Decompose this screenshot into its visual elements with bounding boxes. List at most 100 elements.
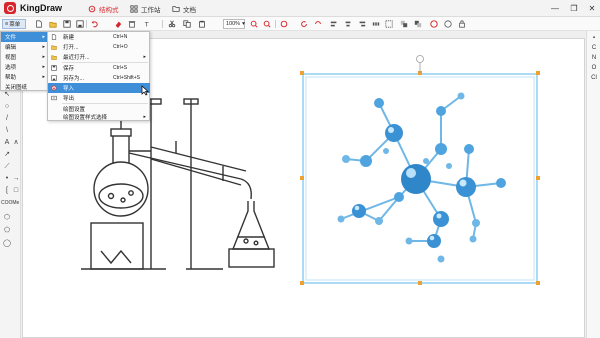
arrow-tool-icon[interactable]: ↗ <box>3 151 11 159</box>
menu-item-options[interactable]: 选项 ▸ <box>1 62 48 72</box>
shortcut-text: Ctrl+S <box>113 65 128 71</box>
chain-tool-icon[interactable]: ∧ <box>12 139 20 147</box>
submenu-item-import[interactable]: 导入 <box>48 83 150 93</box>
line-tool-icon[interactable]: \ <box>3 127 11 135</box>
menu-item-view[interactable]: 视图 ▸ <box>1 52 48 62</box>
toolbar-separator <box>86 20 87 28</box>
grid-icon <box>130 4 138 13</box>
ring-icon[interactable] <box>280 20 288 28</box>
eraser-icon[interactable] <box>114 20 122 28</box>
bracket-tool-icon[interactable]: [ <box>3 187 11 195</box>
element-cl[interactable]: Cl <box>590 75 598 81</box>
zoom-out-icon[interactable] <box>263 20 271 28</box>
menu-item-label: 视图 <box>5 55 17 61</box>
text-tool-icon[interactable]: A <box>3 139 11 147</box>
element-c[interactable]: C <box>590 45 598 51</box>
element-o[interactable]: O <box>590 65 598 71</box>
menu-item-close-drawing[interactable]: 关闭图纸 <box>1 82 48 92</box>
submenu-item-drawing-style[interactable]: 绘图设置样式选择 ▸ <box>48 112 150 122</box>
cyclopentane-ring-icon[interactable]: ⬠ <box>3 227 11 235</box>
copy-icon[interactable] <box>183 20 191 28</box>
cut-icon[interactable] <box>168 20 176 28</box>
mouse-cursor-icon <box>141 85 149 96</box>
bring-front-icon[interactable] <box>400 20 408 28</box>
zoom-value: 100% <box>226 21 241 27</box>
flip-icon[interactable] <box>314 20 322 28</box>
zoom-select[interactable]: 100% ▾ <box>223 19 245 29</box>
recent-folder-icon <box>51 55 57 60</box>
submenu-item-save-as[interactable]: 另存为... Ctrl+Shift+S <box>48 73 150 83</box>
element-n[interactable]: N <box>590 55 598 61</box>
align-right-icon[interactable] <box>358 20 366 28</box>
square-tool-icon[interactable]: □ <box>12 187 20 195</box>
submenu-item-label: 另存为... <box>63 76 85 82</box>
chevron-right-icon: ▸ <box>42 64 45 70</box>
menu-item-edit[interactable]: 编辑 ▸ <box>1 42 48 52</box>
chevron-right-icon: ▸ <box>143 114 146 120</box>
save-as-icon[interactable] <box>76 20 84 28</box>
distillation-apparatus[interactable] <box>81 98 275 270</box>
shortcut-text: Ctrl+O <box>113 44 128 50</box>
close-window-button[interactable]: ✕ <box>585 2 599 15</box>
tab-documents[interactable]: 文档 <box>166 2 202 15</box>
paste-icon[interactable] <box>198 20 206 28</box>
select-tool-icon[interactable]: ↖ <box>3 91 11 99</box>
new-file-icon[interactable] <box>35 20 43 28</box>
bond-tool-icon[interactable]: / <box>3 115 11 123</box>
menu-item-label: 编辑 <box>5 45 17 51</box>
rotate-handle-icon[interactable] <box>416 55 424 63</box>
main-menu: 文件 ▸ 编辑 ▸ 视图 ▸ 选项 ▸ 帮助 ▸ 关闭图纸 <box>0 31 48 91</box>
toolbar-separator <box>275 20 276 28</box>
maximize-button[interactable]: ❐ <box>567 2 581 15</box>
element-panel-toggle-icon[interactable]: ▪ <box>590 35 598 41</box>
toolbar: ≡ 菜单 T 100% ▾ <box>0 17 600 31</box>
align-left-icon[interactable] <box>330 20 338 28</box>
tab-structure[interactable]: 结构式 <box>82 2 125 15</box>
chevron-right-icon: ▸ <box>42 54 45 60</box>
help-icon[interactable] <box>430 20 438 28</box>
submenu-item-recent[interactable]: 最近打开... ▸ <box>48 52 150 62</box>
circle-ring-icon[interactable]: ◯ <box>3 240 11 248</box>
toolbar-separator <box>162 20 163 28</box>
submenu-item-new[interactable]: 新建 Ctrl+N <box>48 32 150 42</box>
distribute-icon[interactable] <box>372 20 380 28</box>
lasso-tool-icon[interactable]: ○ <box>3 103 11 111</box>
rotate-icon[interactable] <box>300 20 308 28</box>
send-back-icon[interactable] <box>414 20 422 28</box>
new-file-icon <box>51 34 57 40</box>
submenu-item-label: 导出 <box>63 96 75 102</box>
menu-button[interactable]: ≡ 菜单 <box>2 19 26 29</box>
menu-item-file[interactable]: 文件 ▸ <box>1 32 48 42</box>
wedge-tool-icon[interactable]: ⟋ <box>3 163 11 171</box>
submenu-item-save[interactable]: 保存 Ctrl+S <box>48 63 150 73</box>
submenu-item-label: 保存 <box>63 66 75 72</box>
menu-item-help[interactable]: 帮助 ▸ <box>1 72 48 82</box>
undo-icon[interactable] <box>91 20 99 28</box>
group-icon[interactable] <box>385 20 393 28</box>
molecule-image[interactable] <box>300 55 540 286</box>
shortcut-text: Ctrl+Shift+S <box>113 75 140 81</box>
svg-text:T: T <box>144 20 149 28</box>
save-icon[interactable] <box>63 20 71 28</box>
info-icon[interactable] <box>444 20 452 28</box>
submenu-item-export[interactable]: 导出 <box>48 93 150 103</box>
lock-icon[interactable] <box>458 20 466 28</box>
arrow-right-icon[interactable]: → <box>12 175 20 183</box>
submenu-item-label: 打开... <box>63 45 79 51</box>
align-center-icon[interactable] <box>344 20 352 28</box>
charge-tool-icon[interactable]: • <box>3 175 11 183</box>
text-tool-icon[interactable]: T <box>144 20 152 28</box>
structure-icon <box>88 5 96 12</box>
coome-template[interactable]: COOMe <box>1 200 19 206</box>
submenu-item-open[interactable]: 打开... Ctrl+O <box>48 42 150 52</box>
zoom-in-icon[interactable] <box>250 20 258 28</box>
benzene-ring-icon[interactable]: ⬡ <box>3 214 11 222</box>
minimize-button[interactable]: — <box>548 2 562 15</box>
import-icon <box>51 85 57 91</box>
open-folder-icon[interactable] <box>49 20 57 28</box>
document-folder-icon <box>172 5 180 12</box>
tab-workstation[interactable]: 工作站 <box>124 2 167 15</box>
chevron-right-icon: ▸ <box>42 34 45 40</box>
save-as-icon <box>51 75 57 81</box>
trash-icon[interactable] <box>128 20 136 28</box>
